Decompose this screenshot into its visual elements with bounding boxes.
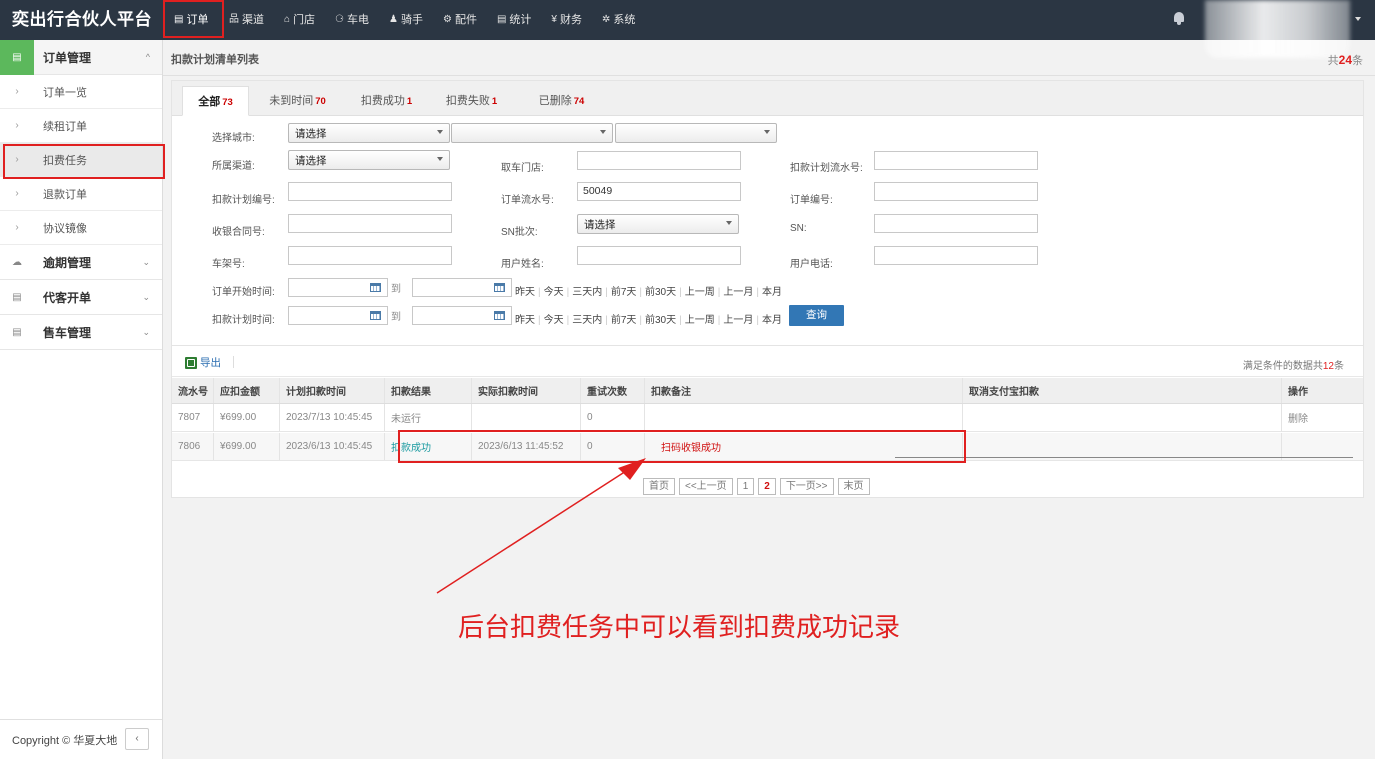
annotation-text: 后台扣费任务中可以看到扣费成功记录 bbox=[458, 612, 901, 642]
annotation-arrow bbox=[436, 458, 646, 594]
